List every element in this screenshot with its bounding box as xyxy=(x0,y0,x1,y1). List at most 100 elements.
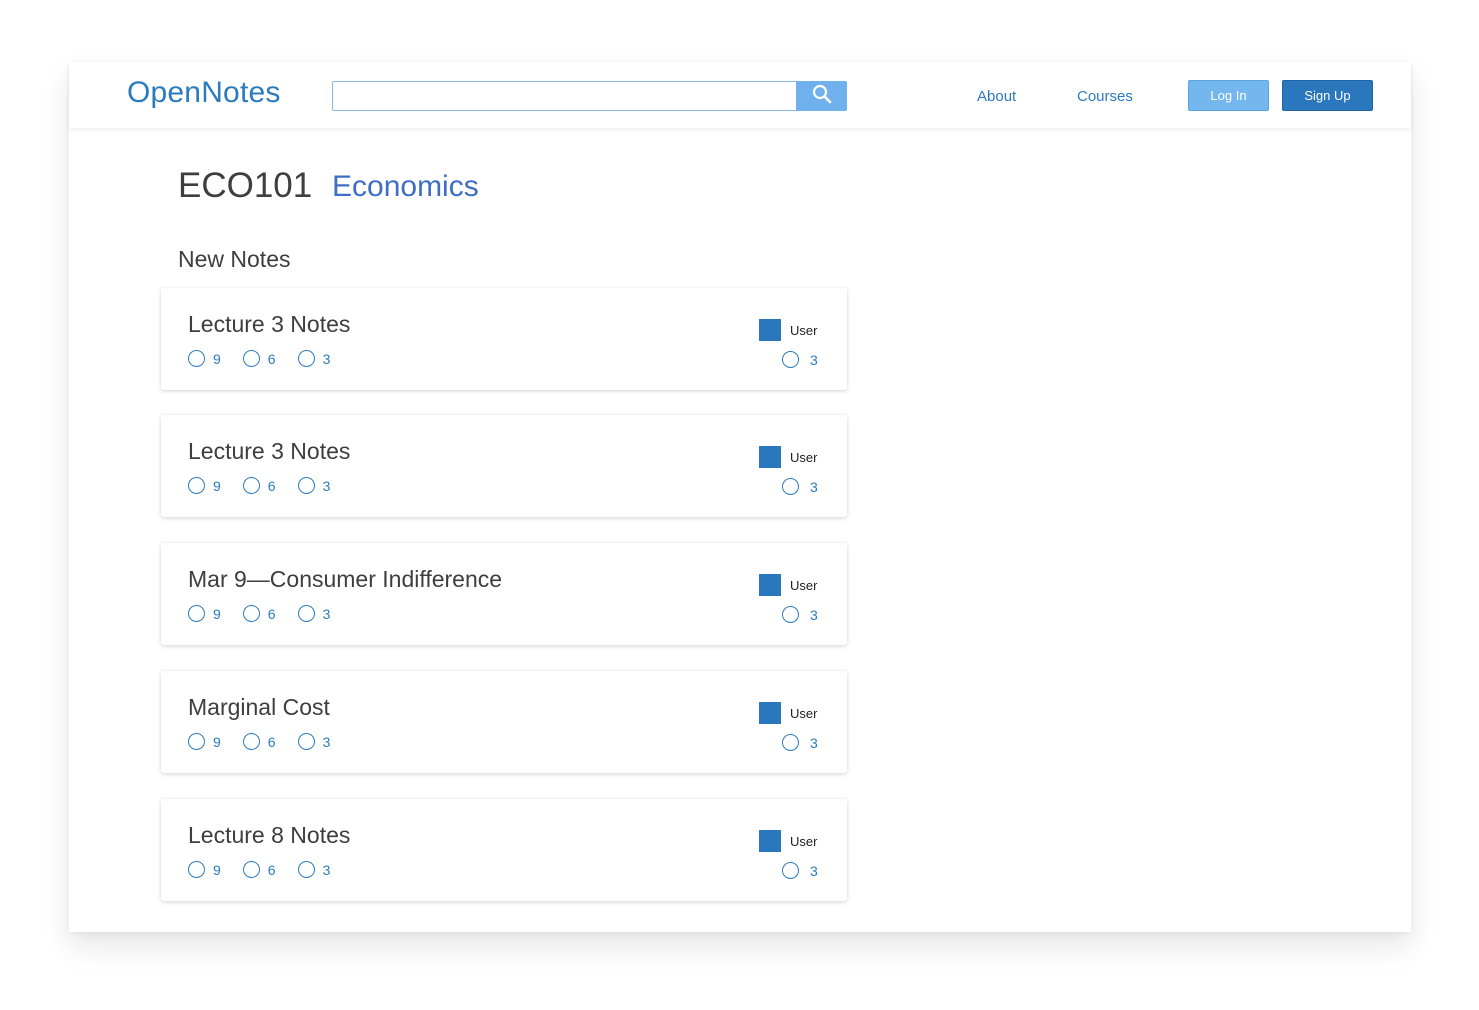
logo[interactable]: OpenNotes xyxy=(127,76,281,110)
top-navbar: OpenNotes About Courses Log In Sign Up xyxy=(69,62,1411,128)
course-name: Economics xyxy=(332,170,479,203)
note-stat-value: 6 xyxy=(267,733,276,750)
signup-button[interactable]: Sign Up xyxy=(1282,80,1373,111)
circle-icon xyxy=(782,351,799,368)
nav-courses-link[interactable]: Courses xyxy=(1077,88,1133,105)
nav-about-link[interactable]: About xyxy=(977,88,1016,105)
circle-icon xyxy=(242,733,260,750)
author-stat-value: 3 xyxy=(810,606,818,623)
note-stat: 3 xyxy=(297,605,331,622)
author-name: User xyxy=(790,449,818,465)
author-name: User xyxy=(790,833,818,849)
note-stat-value: 3 xyxy=(322,605,331,622)
note-stat: 6 xyxy=(242,733,276,750)
author-name: User xyxy=(790,577,818,593)
circle-icon xyxy=(188,605,205,622)
note-card[interactable]: Lecture 3 Notes 9 6 3 User 3 xyxy=(161,415,847,517)
author-stat-value: 3 xyxy=(810,734,818,751)
circle-icon xyxy=(297,605,315,622)
avatar xyxy=(759,446,781,468)
circle-icon xyxy=(297,733,315,750)
circle-icon xyxy=(188,861,205,878)
circle-icon xyxy=(297,861,315,878)
circle-icon xyxy=(242,350,260,367)
note-title[interactable]: Lecture 3 Notes xyxy=(188,311,350,338)
search-input[interactable] xyxy=(332,81,797,111)
note-stat: 6 xyxy=(242,605,276,622)
note-stat-value: 6 xyxy=(267,350,276,367)
note-title[interactable]: Lecture 3 Notes xyxy=(188,438,350,465)
note-stat-value: 3 xyxy=(322,477,331,494)
note-stat: 9 xyxy=(188,733,221,750)
note-stats: 9 6 3 xyxy=(188,605,352,622)
note-stat: 6 xyxy=(242,477,276,494)
note-author[interactable]: User xyxy=(759,702,817,724)
note-card[interactable]: Lecture 3 Notes 9 6 3 User 3 xyxy=(161,288,847,390)
avatar xyxy=(759,830,781,852)
section-title: New Notes xyxy=(178,246,291,272)
circle-icon xyxy=(188,477,205,494)
circle-icon xyxy=(297,350,315,367)
author-stat: 3 xyxy=(782,734,818,751)
note-stat: 3 xyxy=(297,733,331,750)
avatar xyxy=(759,702,781,724)
note-stat-value: 9 xyxy=(213,605,221,622)
note-card[interactable]: Mar 9—Consumer Indifference 9 6 3 User 3 xyxy=(161,543,847,645)
note-stat: 6 xyxy=(242,350,276,367)
author-stat: 3 xyxy=(782,862,818,879)
note-title[interactable]: Mar 9—Consumer Indifference xyxy=(188,566,502,593)
circle-icon xyxy=(242,861,260,878)
circle-icon xyxy=(782,478,799,495)
note-stat-value: 6 xyxy=(267,605,276,622)
note-stat: 9 xyxy=(188,477,221,494)
note-stat-value: 3 xyxy=(322,861,331,878)
app-window: OpenNotes About Courses Log In Sign Up E… xyxy=(69,62,1411,932)
note-stat: 9 xyxy=(188,350,221,367)
author-stat: 3 xyxy=(782,606,818,623)
circle-icon xyxy=(242,477,260,494)
note-stats: 9 6 3 xyxy=(188,733,352,750)
note-stat-value: 3 xyxy=(322,733,331,750)
author-stat: 3 xyxy=(782,478,818,495)
note-title[interactable]: Marginal Cost xyxy=(188,694,330,721)
note-author[interactable]: User xyxy=(759,446,817,468)
search-bar xyxy=(332,81,847,111)
note-stat-value: 9 xyxy=(213,477,221,494)
search-button[interactable] xyxy=(796,81,847,111)
note-stat: 9 xyxy=(188,861,221,878)
avatar xyxy=(759,574,781,596)
note-stat-value: 9 xyxy=(213,861,221,878)
circle-icon xyxy=(188,733,205,750)
note-author[interactable]: User xyxy=(759,319,817,341)
note-title[interactable]: Lecture 8 Notes xyxy=(188,822,350,849)
author-name: User xyxy=(790,705,818,721)
note-author[interactable]: User xyxy=(759,574,817,596)
note-stats: 9 6 3 xyxy=(188,477,352,494)
author-name: User xyxy=(790,322,818,338)
circle-icon xyxy=(297,477,315,494)
author-stat-value: 3 xyxy=(810,478,818,495)
note-stat: 3 xyxy=(297,350,331,367)
circle-icon xyxy=(782,734,799,751)
note-card[interactable]: Lecture 8 Notes 9 6 3 User 3 xyxy=(161,799,847,901)
author-stat: 3 xyxy=(782,351,818,368)
note-stat-value: 9 xyxy=(213,733,221,750)
course-code: ECO101 xyxy=(178,166,313,205)
circle-icon xyxy=(782,606,799,623)
note-stat: 9 xyxy=(188,605,221,622)
note-author[interactable]: User xyxy=(759,830,817,852)
author-stat-value: 3 xyxy=(810,862,818,879)
circle-icon xyxy=(188,350,205,367)
note-stats: 9 6 3 xyxy=(188,861,352,878)
note-card[interactable]: Marginal Cost 9 6 3 User 3 xyxy=(161,671,847,773)
note-stat-value: 9 xyxy=(213,350,221,367)
note-stat-value: 6 xyxy=(267,477,276,494)
circle-icon xyxy=(242,605,260,622)
note-stat: 3 xyxy=(297,861,331,878)
note-stat-value: 6 xyxy=(267,861,276,878)
circle-icon xyxy=(782,862,799,879)
search-icon xyxy=(812,84,832,109)
note-stat-value: 3 xyxy=(322,350,331,367)
avatar xyxy=(759,319,781,341)
login-button[interactable]: Log In xyxy=(1188,80,1269,111)
